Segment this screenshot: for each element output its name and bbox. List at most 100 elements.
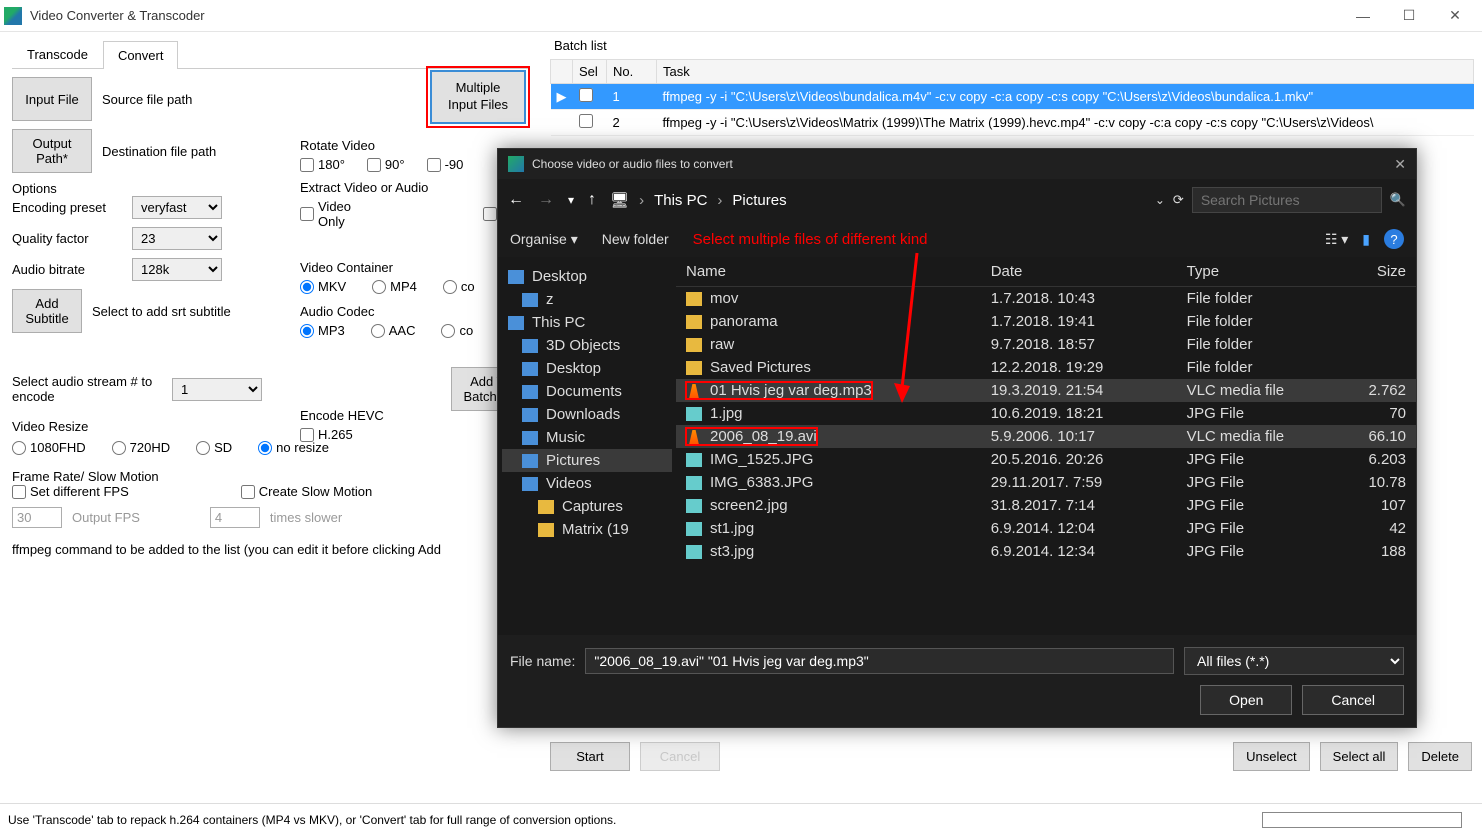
rotate-90-checkbox[interactable] <box>367 158 381 172</box>
file-row[interactable]: st1.jpg6.9.2014. 12:04JPG File42 <box>676 517 1416 540</box>
tab-transcode[interactable]: Transcode <box>12 40 103 68</box>
file-row[interactable]: panorama1.7.2018. 19:41File folder <box>676 310 1416 333</box>
resize-720-radio[interactable] <box>112 441 126 455</box>
status-bar: Use 'Transcode' tab to repack h.264 cont… <box>0 803 1482 835</box>
batch-row-checkbox[interactable] <box>579 114 593 128</box>
tree-item[interactable]: Downloads <box>502 403 672 426</box>
resize-1080-radio[interactable] <box>12 441 26 455</box>
tree-item[interactable]: Desktop <box>502 357 672 380</box>
col-date[interactable]: Date <box>981 257 1177 287</box>
file-row[interactable]: 1.jpg10.6.2019. 18:21JPG File70 <box>676 402 1416 425</box>
col-type[interactable]: Type <box>1177 257 1340 287</box>
set-fps-checkbox[interactable] <box>12 485 26 499</box>
codec-aac-radio[interactable] <box>371 324 385 338</box>
view-mode-icon[interactable]: ☷ ▾ <box>1325 231 1348 248</box>
file-row[interactable]: 2006_08_19.avi5.9.2006. 10:17VLC media f… <box>676 425 1416 448</box>
h265-checkbox[interactable] <box>300 428 314 442</box>
file-row[interactable]: st3.jpg6.9.2014. 12:34JPG File188 <box>676 540 1416 563</box>
file-row[interactable]: Saved Pictures12.2.2018. 19:29File folde… <box>676 356 1416 379</box>
tree-item[interactable]: Videos <box>502 472 672 495</box>
file-row[interactable]: raw9.7.2018. 18:57File folder <box>676 333 1416 356</box>
file-row[interactable]: mov1.7.2018. 10:43File folder <box>676 287 1416 311</box>
file-row[interactable]: screen2.jpg31.8.2017. 7:14JPG File107 <box>676 494 1416 517</box>
col-size[interactable]: Size <box>1340 257 1416 287</box>
source-path-label: Source file path <box>102 92 192 107</box>
container-co-radio[interactable] <box>443 280 457 294</box>
container-mkv-radio[interactable] <box>300 280 314 294</box>
convert-panel: Transcode Convert Input File Source file… <box>0 32 542 803</box>
preset-select[interactable]: veryfast <box>132 196 222 219</box>
search-input[interactable] <box>1192 187 1382 213</box>
col-sel[interactable]: Sel <box>573 60 607 84</box>
audio-stream-select[interactable]: 1 <box>172 378 262 401</box>
help-icon[interactable]: ? <box>1384 229 1404 249</box>
tree-item[interactable]: z <box>502 288 672 311</box>
maximize-button[interactable]: ☐ <box>1386 0 1432 32</box>
col-no[interactable]: No. <box>607 60 657 84</box>
filter-select[interactable]: All files (*.*) <box>1184 647 1404 675</box>
path-thispc[interactable]: This PC <box>654 192 707 209</box>
fps-input[interactable] <box>12 507 62 528</box>
output-path-button[interactable]: Output Path* <box>12 129 92 173</box>
start-button[interactable]: Start <box>550 742 630 771</box>
slowmo-input[interactable] <box>210 507 260 528</box>
col-name[interactable]: Name <box>676 257 981 287</box>
video-only-checkbox[interactable] <box>300 207 314 221</box>
quality-select[interactable]: 23 <box>132 227 222 250</box>
tree-item[interactable]: Pictures <box>502 449 672 472</box>
col-task[interactable]: Task <box>657 60 1474 84</box>
multiple-input-button[interactable]: Multiple Input Files <box>430 70 526 124</box>
filename-input[interactable] <box>585 648 1174 674</box>
tree-item[interactable]: Matrix (19 <box>502 518 672 541</box>
unselect-button[interactable]: Unselect <box>1233 742 1310 771</box>
add-subtitle-button[interactable]: Add Subtitle <box>12 289 82 333</box>
audio-only-checkbox[interactable] <box>483 207 497 221</box>
batch-row[interactable]: 2ffmpeg -y -i "C:\Users\z\Videos\Matrix … <box>551 110 1474 136</box>
tree-item[interactable]: Desktop <box>502 265 672 288</box>
tree-item[interactable]: 3D Objects <box>502 334 672 357</box>
nav-recent-button[interactable]: ▾ <box>568 193 574 207</box>
slowmo-checkbox[interactable] <box>241 485 255 499</box>
audio-bitrate-select[interactable]: 128k <box>132 258 222 281</box>
resize-none-radio[interactable] <box>258 441 272 455</box>
container-mp4-radio[interactable] <box>372 280 386 294</box>
resize-sd-radio[interactable] <box>196 441 210 455</box>
tree-item[interactable]: Captures <box>502 495 672 518</box>
input-file-button[interactable]: Input File <box>12 77 92 121</box>
preview-pane-icon[interactable]: ▮ <box>1362 231 1370 248</box>
new-folder-button[interactable]: New folder <box>602 231 669 247</box>
rotate-180-checkbox[interactable] <box>300 158 314 172</box>
path-pictures[interactable]: Pictures <box>732 192 786 209</box>
organise-button[interactable]: Organise ▾ <box>510 231 578 248</box>
extract-title: Extract Video or Audio <box>300 180 500 195</box>
select-all-button[interactable]: Select all <box>1320 742 1399 771</box>
open-button[interactable]: Open <box>1200 685 1292 715</box>
minimize-button[interactable]: — <box>1340 0 1386 32</box>
fps-hint: Output FPS <box>72 510 140 525</box>
search-icon[interactable]: 🔍 <box>1390 192 1406 208</box>
file-row[interactable]: 01 Hvis jeg var deg.mp319.3.2019. 21:54V… <box>676 379 1416 402</box>
file-row[interactable]: IMG_6383.JPG29.11.2017. 7:59JPG File10.7… <box>676 471 1416 494</box>
dialog-cancel-button[interactable]: Cancel <box>1302 685 1404 715</box>
file-row[interactable]: IMG_1525.JPG20.5.2016. 20:26JPG File6.20… <box>676 448 1416 471</box>
batch-row[interactable]: ▶1ffmpeg -y -i "C:\Users\z\Videos\bundal… <box>551 84 1474 110</box>
path-dropdown-icon[interactable]: ⌄ <box>1155 193 1165 207</box>
folder-tree[interactable]: DesktopzThis PC3D ObjectsDesktopDocument… <box>498 257 676 635</box>
codec-co-radio[interactable] <box>441 324 455 338</box>
rotate-neg90-checkbox[interactable] <box>427 158 441 172</box>
nav-back-button[interactable]: ← <box>508 191 524 209</box>
close-button[interactable]: ✕ <box>1432 0 1478 32</box>
dialog-close-button[interactable]: ✕ <box>1394 156 1406 173</box>
refresh-icon[interactable]: ⟳ <box>1173 192 1184 208</box>
codec-mp3-radio[interactable] <box>300 324 314 338</box>
tree-item[interactable]: This PC <box>502 311 672 334</box>
container-title: Video Container <box>300 260 520 275</box>
nav-up-button[interactable]: ↑ <box>588 191 596 209</box>
file-list[interactable]: Name Date Type Size mov1.7.2018. 10:43Fi… <box>676 257 1416 635</box>
batch-row-checkbox[interactable] <box>579 88 593 102</box>
tab-convert[interactable]: Convert <box>103 41 179 69</box>
tree-item[interactable]: Music <box>502 426 672 449</box>
dialog-title: Choose video or audio files to convert <box>532 157 733 171</box>
delete-button[interactable]: Delete <box>1408 742 1472 771</box>
tree-item[interactable]: Documents <box>502 380 672 403</box>
